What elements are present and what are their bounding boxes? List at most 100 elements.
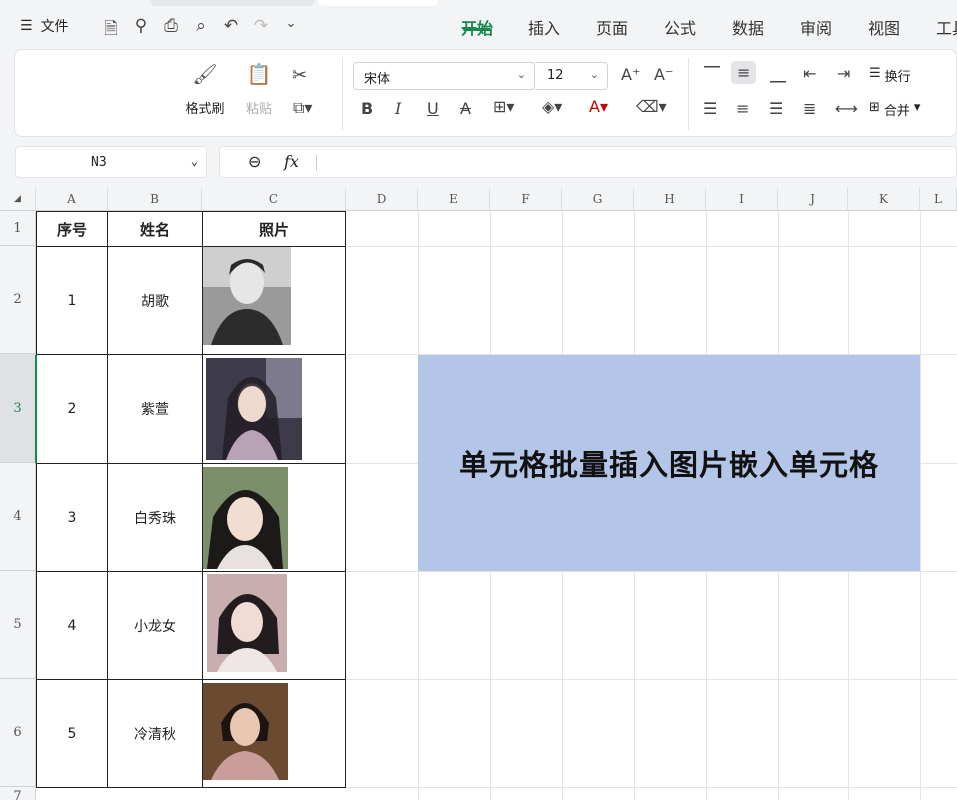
hamburger-icon: ☰ bbox=[20, 18, 33, 34]
paste-button[interactable]: 📋 粘贴 bbox=[237, 62, 281, 117]
column-header[interactable]: L bbox=[920, 188, 957, 211]
copy-icon[interactable]: ⧉▾ bbox=[293, 98, 312, 118]
wrap-text-button[interactable]: ☰ 换行 bbox=[869, 66, 911, 85]
merge-button[interactable]: ⊞ 合并 ▾ bbox=[869, 100, 920, 119]
function-icon[interactable]: fx bbox=[284, 152, 299, 171]
column-header[interactable]: F bbox=[490, 188, 562, 211]
increase-font-icon[interactable]: A⁺ bbox=[621, 65, 640, 84]
window-tab-active[interactable] bbox=[318, 0, 438, 6]
name-box-value: N3 bbox=[91, 155, 107, 170]
italic-icon[interactable]: I bbox=[395, 99, 401, 118]
column-header[interactable]: A bbox=[36, 188, 108, 211]
merged-banner-cell[interactable]: 单元格批量插入图片嵌入单元格 bbox=[418, 355, 920, 571]
column-header[interactable]: I bbox=[706, 188, 778, 211]
photo-image[interactable] bbox=[207, 574, 287, 672]
divider bbox=[316, 155, 317, 171]
fill-color-icon[interactable]: ◈▾ bbox=[542, 97, 562, 116]
decrease-indent-icon[interactable]: ⇤ bbox=[803, 64, 816, 83]
merge-icon: ⊞ bbox=[869, 100, 880, 115]
cell-name[interactable]: 紫萱 bbox=[108, 355, 202, 463]
table-border bbox=[36, 787, 346, 788]
file-menu[interactable]: ☰ 文件 bbox=[20, 16, 69, 36]
redo-icon[interactable]: ↷ bbox=[246, 16, 276, 45]
row-header[interactable]: 7 bbox=[0, 787, 36, 800]
header-cell-name[interactable]: 姓名 bbox=[108, 212, 202, 246]
cell-number[interactable]: 5 bbox=[37, 680, 107, 787]
header-cell-photo[interactable]: 照片 bbox=[203, 212, 345, 246]
align-top-icon[interactable]: ⎺ bbox=[704, 64, 720, 84]
eraser-icon[interactable]: ⌫▾ bbox=[636, 97, 667, 116]
photo-image[interactable] bbox=[206, 358, 302, 460]
undo-icon[interactable]: ↶ bbox=[216, 16, 246, 45]
increase-indent-icon[interactable]: ⇥ bbox=[837, 64, 850, 83]
row-header[interactable]: 5 bbox=[0, 571, 36, 679]
formula-input[interactable]: ⊖ fx bbox=[219, 146, 957, 178]
paste-label: 粘贴 bbox=[245, 102, 272, 117]
tab-formula[interactable]: 公式 bbox=[664, 15, 696, 39]
print-icon[interactable]: ⎙ bbox=[156, 16, 186, 45]
cell-name[interactable]: 胡歌 bbox=[108, 247, 202, 354]
chevron-down-icon[interactable]: ⌄ bbox=[276, 16, 306, 45]
underline-icon[interactable]: U bbox=[427, 99, 439, 118]
font-size-select[interactable]: 12 ⌄ bbox=[535, 62, 608, 90]
tab-page[interactable]: 页面 bbox=[596, 15, 628, 39]
table-border bbox=[345, 211, 346, 787]
cell-number[interactable]: 2 bbox=[37, 355, 107, 463]
column-header[interactable]: J bbox=[778, 188, 848, 211]
column-header[interactable]: E bbox=[418, 188, 490, 211]
row-header[interactable]: 2 bbox=[0, 246, 36, 354]
zoom-icon[interactable]: ⊖ bbox=[248, 152, 261, 171]
align-center-icon[interactable]: ≡ bbox=[736, 99, 749, 118]
photo-image[interactable] bbox=[203, 247, 291, 345]
distribute-icon[interactable]: ⟷ bbox=[835, 99, 858, 118]
align-left-icon[interactable]: ☰ bbox=[703, 99, 717, 118]
row-header[interactable]: 1 bbox=[0, 211, 36, 246]
align-right-icon[interactable]: ☰ bbox=[769, 99, 783, 118]
font-color-icon[interactable]: A▾ bbox=[589, 97, 608, 116]
cell-number[interactable]: 3 bbox=[37, 464, 107, 571]
save-icon[interactable]: 🗎 bbox=[96, 16, 126, 45]
select-all-corner[interactable]: ◢ bbox=[0, 188, 36, 211]
cell-name[interactable]: 冷清秋 bbox=[108, 680, 202, 787]
column-header[interactable]: G bbox=[562, 188, 634, 211]
align-middle-icon[interactable]: ≡ bbox=[731, 61, 757, 84]
wrap-text-label: 换行 bbox=[884, 70, 911, 85]
tab-data[interactable]: 数据 bbox=[732, 15, 764, 39]
chevron-down-icon: ▾ bbox=[913, 100, 921, 115]
tab-tools[interactable]: 工具 bbox=[936, 15, 957, 39]
align-bottom-icon[interactable]: ⎽ bbox=[770, 64, 786, 84]
bold-icon[interactable]: B bbox=[361, 99, 373, 118]
window-tab[interactable] bbox=[150, 0, 315, 6]
name-box[interactable]: N3 ⌄ bbox=[15, 146, 207, 178]
column-header[interactable]: D bbox=[346, 188, 418, 211]
column-header[interactable]: B bbox=[108, 188, 202, 211]
justify-icon[interactable]: ≣ bbox=[803, 99, 816, 118]
format-painter-button[interactable]: 🖌 格式刷 bbox=[180, 62, 230, 117]
cell-number[interactable]: 1 bbox=[37, 247, 107, 354]
print-preview-icon[interactable]: ⌕ bbox=[186, 16, 216, 45]
cell-number[interactable]: 4 bbox=[37, 572, 107, 679]
row-header[interactable]: 3 bbox=[0, 354, 36, 463]
photo-image[interactable] bbox=[203, 467, 288, 569]
column-header[interactable]: K bbox=[848, 188, 920, 211]
decrease-font-icon[interactable]: A⁻ bbox=[654, 65, 673, 84]
scissors-icon[interactable]: ✂ bbox=[292, 65, 307, 86]
tab-review[interactable]: 审阅 bbox=[800, 15, 832, 39]
row-header[interactable]: 4 bbox=[0, 463, 36, 571]
border-icon[interactable]: ⊞▾ bbox=[493, 97, 514, 116]
cell-name[interactable]: 白秀珠 bbox=[108, 464, 202, 571]
row-header[interactable]: 6 bbox=[0, 679, 36, 787]
chevron-down-icon: ⌄ bbox=[190, 154, 198, 168]
tab-start[interactable]: 开始 bbox=[461, 15, 493, 39]
photo-image[interactable] bbox=[203, 683, 288, 780]
export-icon[interactable]: ⚲ bbox=[126, 16, 156, 45]
tab-view[interactable]: 视图 bbox=[868, 15, 900, 39]
cell-name[interactable]: 小龙女 bbox=[108, 572, 202, 679]
column-header[interactable]: C bbox=[202, 188, 346, 211]
font-name-select[interactable]: 宋体 ⌄ bbox=[353, 62, 535, 90]
spreadsheet-grid[interactable]: ◢ A B C D E F G H I J K L 1 2 3 4 5 6 7 … bbox=[0, 188, 957, 800]
strikethrough-icon[interactable]: A bbox=[460, 99, 471, 118]
column-header[interactable]: H bbox=[634, 188, 706, 211]
header-cell-number[interactable]: 序号 bbox=[37, 212, 107, 246]
tab-insert[interactable]: 插入 bbox=[528, 15, 560, 39]
